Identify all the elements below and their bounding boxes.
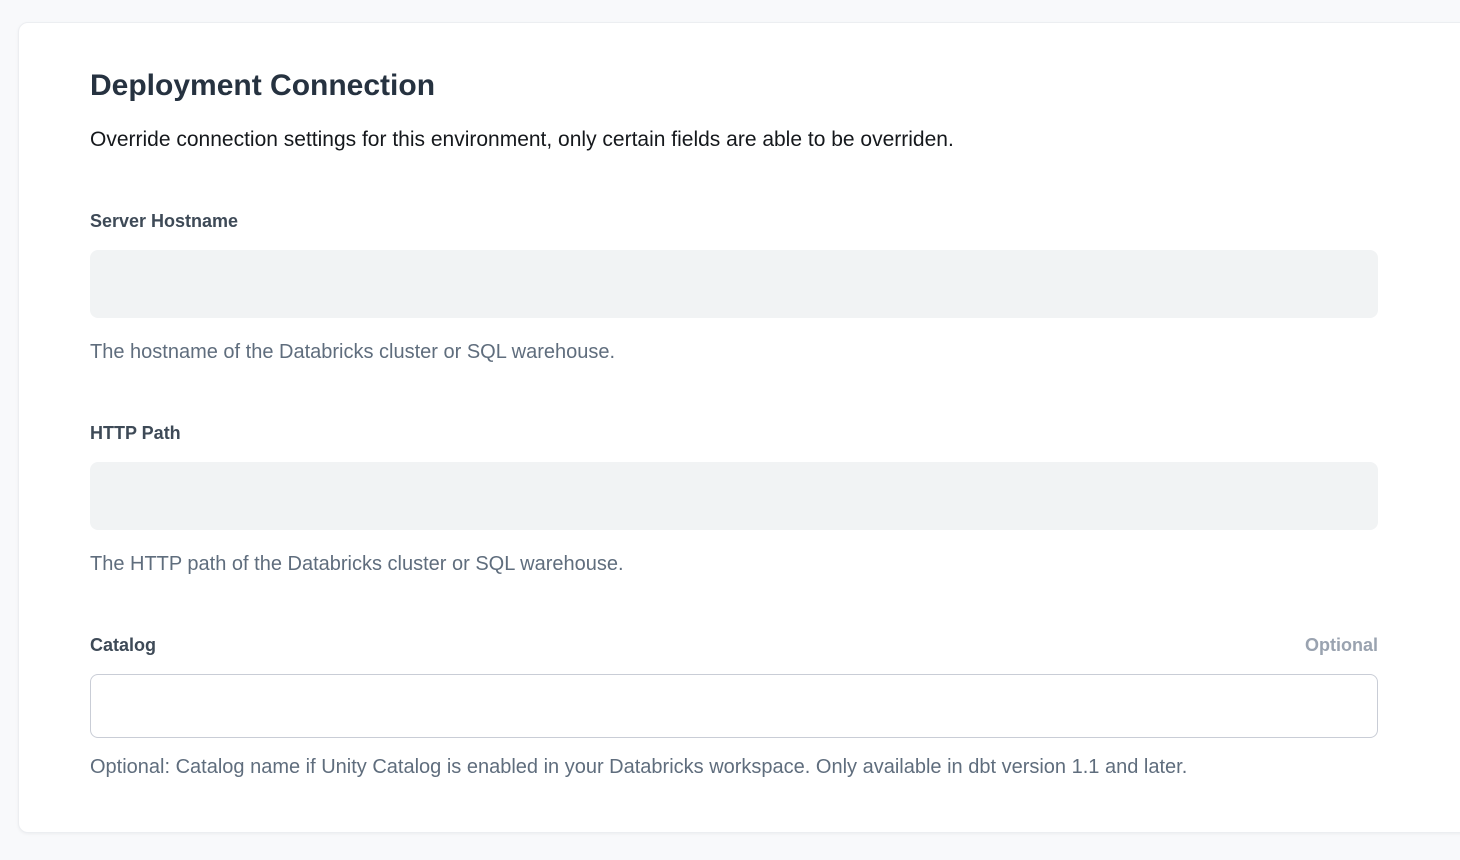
page-background: Deployment Connection Override connectio… [0, 0, 1460, 860]
page-subtitle: Override connection settings for this en… [90, 127, 1378, 153]
catalog-optional-badge: Optional [1305, 634, 1378, 657]
catalog-help: Optional: Catalog name if Unity Catalog … [90, 755, 1378, 779]
page-title: Deployment Connection [90, 68, 1378, 103]
field-server-hostname: Server Hostname The hostname of the Data… [90, 210, 1378, 364]
server-hostname-label: Server Hostname [90, 210, 238, 233]
field-catalog: Catalog Optional Optional: Catalog name … [90, 634, 1378, 779]
http-path-help: The HTTP path of the Databricks cluster … [90, 552, 1378, 576]
deployment-connection-card: Deployment Connection Override connectio… [18, 22, 1460, 833]
server-hostname-input [90, 250, 1378, 318]
server-hostname-help: The hostname of the Databricks cluster o… [90, 340, 1378, 364]
catalog-label-row: Catalog Optional [90, 634, 1378, 657]
catalog-label: Catalog [90, 634, 156, 657]
http-path-input [90, 462, 1378, 530]
http-path-label-row: HTTP Path [90, 422, 1378, 445]
http-path-label: HTTP Path [90, 422, 181, 445]
field-http-path: HTTP Path The HTTP path of the Databrick… [90, 422, 1378, 576]
card-content: Deployment Connection Override connectio… [19, 23, 1378, 779]
catalog-input[interactable] [90, 674, 1378, 738]
server-hostname-label-row: Server Hostname [90, 210, 1378, 233]
